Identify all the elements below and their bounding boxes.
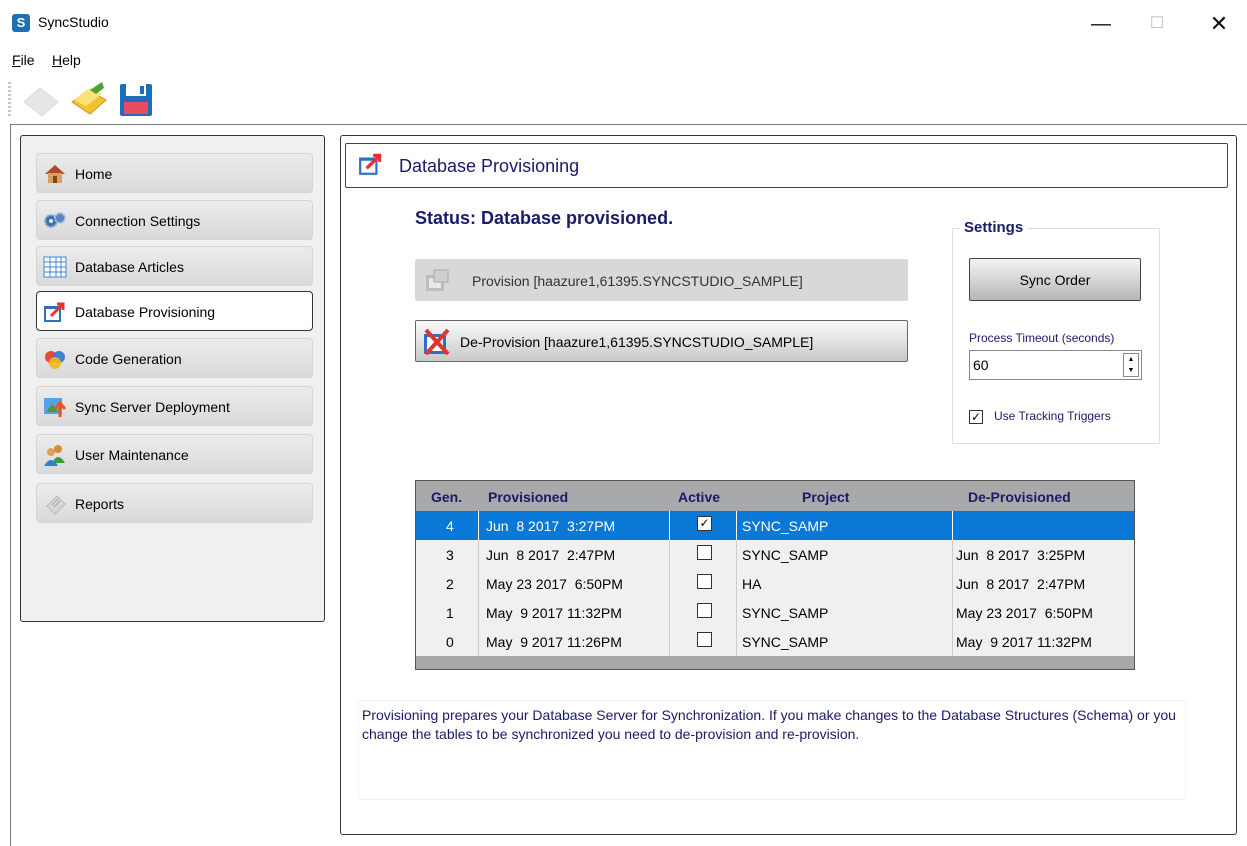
sidebar-item-label: User Maintenance xyxy=(75,447,189,463)
provision-icon xyxy=(422,265,454,297)
sidebar-item-home[interactable]: Home xyxy=(36,153,313,193)
cell-deprovisioned: May 9 2017 11:32PM xyxy=(956,634,1092,650)
sidebar-item-reports[interactable]: Reports xyxy=(36,483,313,523)
sidebar-item-label: Sync Server Deployment xyxy=(75,399,230,415)
new-icon[interactable] xyxy=(20,84,62,118)
table-row[interactable]: 3 Jun 8 2017 2:47PM SYNC_SAMP Jun 8 2017… xyxy=(416,540,1134,569)
sidebar-item-label: Home xyxy=(75,166,113,182)
page-title: Database Provisioning xyxy=(399,156,580,176)
provisioning-icon xyxy=(43,300,67,324)
cell-provisioned: May 23 2017 6:50PM xyxy=(486,576,623,592)
house-icon xyxy=(43,162,67,186)
deprovision-button-label: De-Provision [haazure1,61395.SYNCSTUDIO_… xyxy=(460,334,814,350)
cell-project: HA xyxy=(742,576,762,592)
deprovision-button[interactable]: De-Provision [haazure1,61395.SYNCSTUDIO_… xyxy=(415,320,908,362)
use-tracking-triggers-checkbox[interactable]: ✓ xyxy=(969,410,983,424)
sidebar-item-database-provisioning[interactable]: Database Provisioning xyxy=(36,291,313,331)
cell-gen: 4 xyxy=(446,518,454,534)
sidebar: Home Connection Settings Database Articl… xyxy=(20,135,325,622)
cell-project: SYNC_SAMP xyxy=(742,634,829,650)
minimize-button[interactable]: — xyxy=(1078,8,1124,40)
code-generation-icon xyxy=(43,347,67,371)
provision-button[interactable]: Provision [haazure1,61395.SYNCSTUDIO_SAM… xyxy=(415,259,908,301)
deployment-icon xyxy=(43,395,67,419)
settings-legend: Settings xyxy=(960,219,1028,236)
cell-deprovisioned: Jun 8 2017 2:47PM xyxy=(956,576,1086,592)
timeout-spinner[interactable]: ▲ ▼ xyxy=(1123,353,1139,377)
use-tracking-triggers-label[interactable]: Use Tracking Triggers xyxy=(994,409,1111,423)
sidebar-item-label: Reports xyxy=(75,496,125,512)
sidebar-item-label: Database Provisioning xyxy=(75,304,216,320)
cell-project: SYNC_SAMP xyxy=(742,605,829,621)
cell-active-checkbox[interactable] xyxy=(697,632,712,647)
column-header-provisioned[interactable]: Provisioned xyxy=(488,489,568,505)
gears-icon xyxy=(43,209,67,233)
spin-up-icon[interactable]: ▲ xyxy=(1124,354,1138,365)
provision-button-label: Provision [haazure1,61395.SYNCSTUDIO_SAM… xyxy=(472,273,803,289)
toolbar-grip[interactable] xyxy=(8,82,11,116)
column-header-project[interactable]: Project xyxy=(802,489,849,505)
process-timeout-input[interactable]: 60 ▲ ▼ xyxy=(969,350,1142,380)
provision-history-grid: Gen. Provisioned Active Project De-Provi… xyxy=(415,480,1135,670)
cell-gen: 1 xyxy=(446,605,454,621)
cell-project: SYNC_SAMP xyxy=(742,518,829,534)
table-row[interactable]: 4 Jun 8 2017 3:27PM ✓ SYNC_SAMP xyxy=(416,511,1134,540)
window-title: SyncStudio xyxy=(38,14,109,30)
cell-project: SYNC_SAMP xyxy=(742,547,829,563)
cell-provisioned: May 9 2017 11:32PM xyxy=(486,605,622,621)
app-logo-icon: S xyxy=(12,14,30,32)
title-bar xyxy=(0,0,1247,48)
column-header-gen[interactable]: Gen. xyxy=(431,489,462,505)
menu-help[interactable]: Help xyxy=(52,52,81,68)
cell-deprovisioned: Jun 8 2017 3:25PM xyxy=(956,547,1086,563)
cell-gen: 3 xyxy=(446,547,454,563)
description-text: Provisioning prepares your Database Serv… xyxy=(362,707,1176,742)
sidebar-item-connection-settings[interactable]: Connection Settings xyxy=(36,200,313,240)
sidebar-item-sync-server-deployment[interactable]: Sync Server Deployment xyxy=(36,386,313,426)
cell-active-checkbox[interactable] xyxy=(697,545,712,560)
cell-active-checkbox[interactable] xyxy=(697,603,712,618)
table-row[interactable]: 0 May 9 2017 11:26PM SYNC_SAMP May 9 201… xyxy=(416,627,1134,656)
open-folder-icon[interactable] xyxy=(68,80,110,118)
provisioning-icon xyxy=(358,151,384,177)
process-timeout-label: Process Timeout (seconds) xyxy=(969,331,1115,345)
users-icon xyxy=(43,443,67,467)
cell-gen: 0 xyxy=(446,634,454,650)
close-button[interactable]: ✕ xyxy=(1196,8,1242,40)
sidebar-item-label: Connection Settings xyxy=(75,213,201,229)
cell-deprovisioned: May 23 2017 6:50PM xyxy=(956,605,1093,621)
sidebar-item-database-articles[interactable]: Database Articles xyxy=(36,246,313,286)
process-timeout-value: 60 xyxy=(973,357,989,373)
column-header-deprovisioned[interactable]: De-Provisioned xyxy=(968,489,1071,505)
table-row[interactable]: 2 May 23 2017 6:50PM HA Jun 8 2017 2:47P… xyxy=(416,569,1134,598)
save-disk-icon[interactable] xyxy=(116,80,156,118)
table-row[interactable]: 1 May 9 2017 11:32PM SYNC_SAMP May 23 20… xyxy=(416,598,1134,627)
cell-active-checkbox[interactable]: ✓ xyxy=(697,516,712,531)
cell-gen: 2 xyxy=(446,576,454,592)
grid-header: Gen. Provisioned Active Project De-Provi… xyxy=(416,481,1134,511)
column-header-active[interactable]: Active xyxy=(678,489,720,505)
status-text: Status: Database provisioned. xyxy=(415,208,674,228)
sync-order-button[interactable]: Sync Order xyxy=(969,258,1141,301)
sidebar-item-label: Code Generation xyxy=(75,351,182,367)
spin-down-icon[interactable]: ▼ xyxy=(1124,365,1138,376)
cell-provisioned: Jun 8 2017 3:27PM xyxy=(486,518,616,534)
sidebar-item-user-maintenance[interactable]: User Maintenance xyxy=(36,434,313,474)
deprovision-icon xyxy=(422,326,454,358)
reports-icon xyxy=(43,492,67,516)
sidebar-item-label: Database Articles xyxy=(75,259,184,275)
cell-provisioned: Jun 8 2017 2:47PM xyxy=(486,547,616,563)
maximize-button[interactable]: ☐ xyxy=(1134,8,1180,40)
sidebar-item-code-generation[interactable]: Code Generation xyxy=(36,338,313,378)
table-grid-icon xyxy=(43,255,67,279)
menu-file[interactable]: File xyxy=(12,52,35,68)
cell-active-checkbox[interactable] xyxy=(697,574,712,589)
cell-provisioned: May 9 2017 11:26PM xyxy=(486,634,622,650)
